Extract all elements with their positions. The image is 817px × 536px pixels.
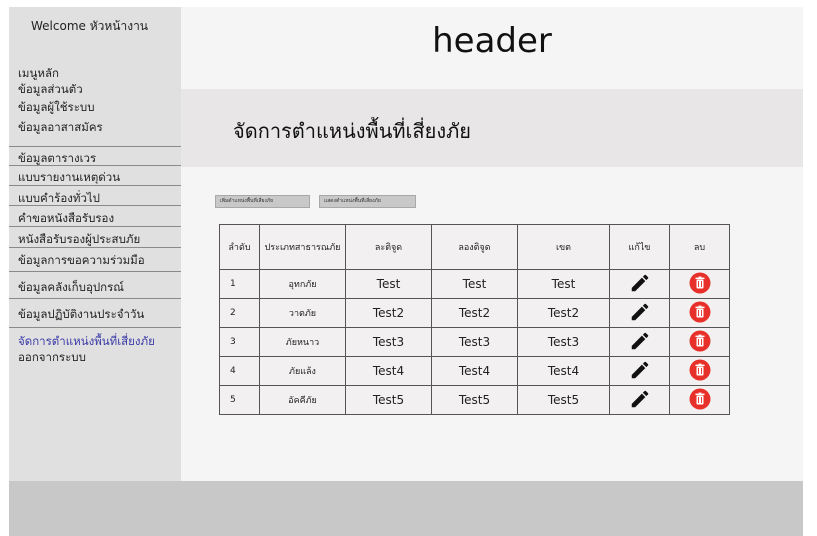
col-header-lng: ลองติจูด (431, 224, 518, 270)
cell-edit (609, 385, 670, 415)
cell-lat: Test5 (345, 385, 432, 415)
pencil-icon[interactable] (629, 359, 651, 384)
header-title: header (432, 21, 552, 61)
cell-edit (609, 269, 670, 299)
col-header-zone: เขต (517, 224, 610, 270)
sidebar-item-urgent-report[interactable]: แบบรายงานเหตุด่วน (9, 166, 181, 186)
main-content: เพิ่มตำแหน่งพื้นที่เสี่ยงภัย แสดงตำแหน่ง… (181, 167, 803, 481)
cell-zone: Test3 (517, 327, 610, 357)
cell-lng: Test5 (431, 385, 518, 415)
pencil-icon[interactable] (629, 272, 651, 297)
table-row: 5 อัคคีภัย Test5 Test5 Test5 (219, 385, 730, 415)
table-row: 3 ภัยหนาว Test3 Test3 Test3 (219, 327, 730, 357)
sidebar-item-logout[interactable]: ออกจากระบบ (9, 349, 181, 365)
sidebar-item-cooperation[interactable]: ข้อมูลการขอความร่วมมือ (9, 248, 181, 272)
footer (9, 481, 803, 536)
trash-icon[interactable] (689, 359, 711, 384)
risk-area-table: ลำดับ ประเภทสาธารณภัย ละติจูด ลองติจูด เ… (219, 224, 730, 415)
cell-edit (609, 298, 670, 328)
sidebar-item-equipment-storage[interactable]: ข้อมูลคลังเก็บอุปกรณ์ (9, 272, 181, 299)
pencil-icon[interactable] (629, 388, 651, 413)
sidebar-item-victim-certificate[interactable]: หนังสือรับรองผู้ประสบภัย (9, 227, 181, 248)
cell-type: อัคคีภัย (259, 385, 346, 415)
cell-zone: Test (517, 269, 610, 299)
sidebar: Welcome หัวหน้างาน เมนูหลัก ข้อมูลส่วนตั… (9, 7, 181, 487)
table-header-row: ลำดับ ประเภทสาธารณภัย ละติจูด ลองติจูด เ… (219, 224, 730, 270)
sidebar-item-risk-areas[interactable]: จัดการตำแหน่งพื้นที่เสี่ยงภัย (9, 333, 181, 349)
cell-lat: Test4 (345, 356, 432, 386)
cell-delete (669, 327, 730, 357)
trash-icon[interactable] (689, 330, 711, 355)
col-header-no: ลำดับ (219, 224, 260, 270)
cell-lng: Test2 (431, 298, 518, 328)
cell-lng: Test3 (431, 327, 518, 357)
trash-icon[interactable] (689, 388, 711, 413)
pencil-icon[interactable] (629, 330, 651, 355)
cell-no: 1 (219, 269, 260, 299)
cell-no: 2 (219, 298, 260, 328)
cell-lat: Test2 (345, 298, 432, 328)
table-row: 2 วาตภัย Test2 Test2 Test2 (219, 298, 730, 328)
cell-type: วาตภัย (259, 298, 346, 328)
title-band: จัดการตำแหน่งพื้นที่เสี่ยงภัย (181, 89, 803, 167)
col-header-type: ประเภทสาธารณภัย (259, 224, 346, 270)
cell-no: 5 (219, 385, 260, 415)
cell-type: อุทกภัย (259, 269, 346, 299)
col-header-edit: แก้ไข (609, 224, 670, 270)
cell-delete (669, 385, 730, 415)
sidebar-item-certificate-request[interactable]: คำขอหนังสือรับรอง (9, 206, 181, 227)
cell-lat: Test3 (345, 327, 432, 357)
col-header-lat: ละติจูด (345, 224, 432, 270)
header-bar: header (181, 7, 803, 89)
cell-zone: Test5 (517, 385, 610, 415)
cell-lng: Test4 (431, 356, 518, 386)
add-risk-area-button[interactable]: เพิ่มตำแหน่งพื้นที่เสี่ยงภัย (215, 195, 310, 208)
cell-zone: Test2 (517, 298, 610, 328)
sidebar-item-profile[interactable]: ข้อมูลส่วนตัว (9, 81, 181, 97)
sidebar-item-schedule[interactable]: ข้อมูลตารางเวร (9, 147, 181, 166)
page-title: จัดการตำแหน่งพื้นที่เสี่ยงภัย (233, 119, 471, 143)
sidebar-item-users[interactable]: ข้อมูลผู้ใช้ระบบ (9, 99, 181, 115)
pencil-icon[interactable] (629, 301, 651, 326)
cell-delete (669, 356, 730, 386)
cell-no: 4 (219, 356, 260, 386)
table-row: 1 อุทกภัย Test Test Test (219, 269, 730, 299)
trash-icon[interactable] (689, 301, 711, 326)
cell-edit (609, 327, 670, 357)
col-header-delete: ลบ (669, 224, 730, 270)
cell-no: 3 (219, 327, 260, 357)
sidebar-item-main-menu[interactable]: เมนูหลัก (9, 65, 181, 81)
cell-lat: Test (345, 269, 432, 299)
cell-lng: Test (431, 269, 518, 299)
sidebar-item-general-request[interactable]: แบบคำร้องทั่วไป (9, 186, 181, 206)
cell-zone: Test4 (517, 356, 610, 386)
cell-delete (669, 298, 730, 328)
cell-delete (669, 269, 730, 299)
table-row: 4 ภัยแล้ง Test4 Test4 Test4 (219, 356, 730, 386)
show-risk-areas-button[interactable]: แสดงตำแหน่งพื้นที่เสี่ยงภัย (319, 195, 416, 208)
trash-icon[interactable] (689, 272, 711, 297)
sidebar-item-volunteers[interactable]: ข้อมูลอาสาสมัคร (9, 119, 181, 147)
cell-type: ภัยแล้ง (259, 356, 346, 386)
welcome-text: Welcome หัวหน้างาน (31, 19, 149, 33)
sidebar-item-daily-operations[interactable]: ข้อมูลปฏิบัติงานประจำวัน (9, 299, 181, 328)
cell-edit (609, 356, 670, 386)
cell-type: ภัยหนาว (259, 327, 346, 357)
